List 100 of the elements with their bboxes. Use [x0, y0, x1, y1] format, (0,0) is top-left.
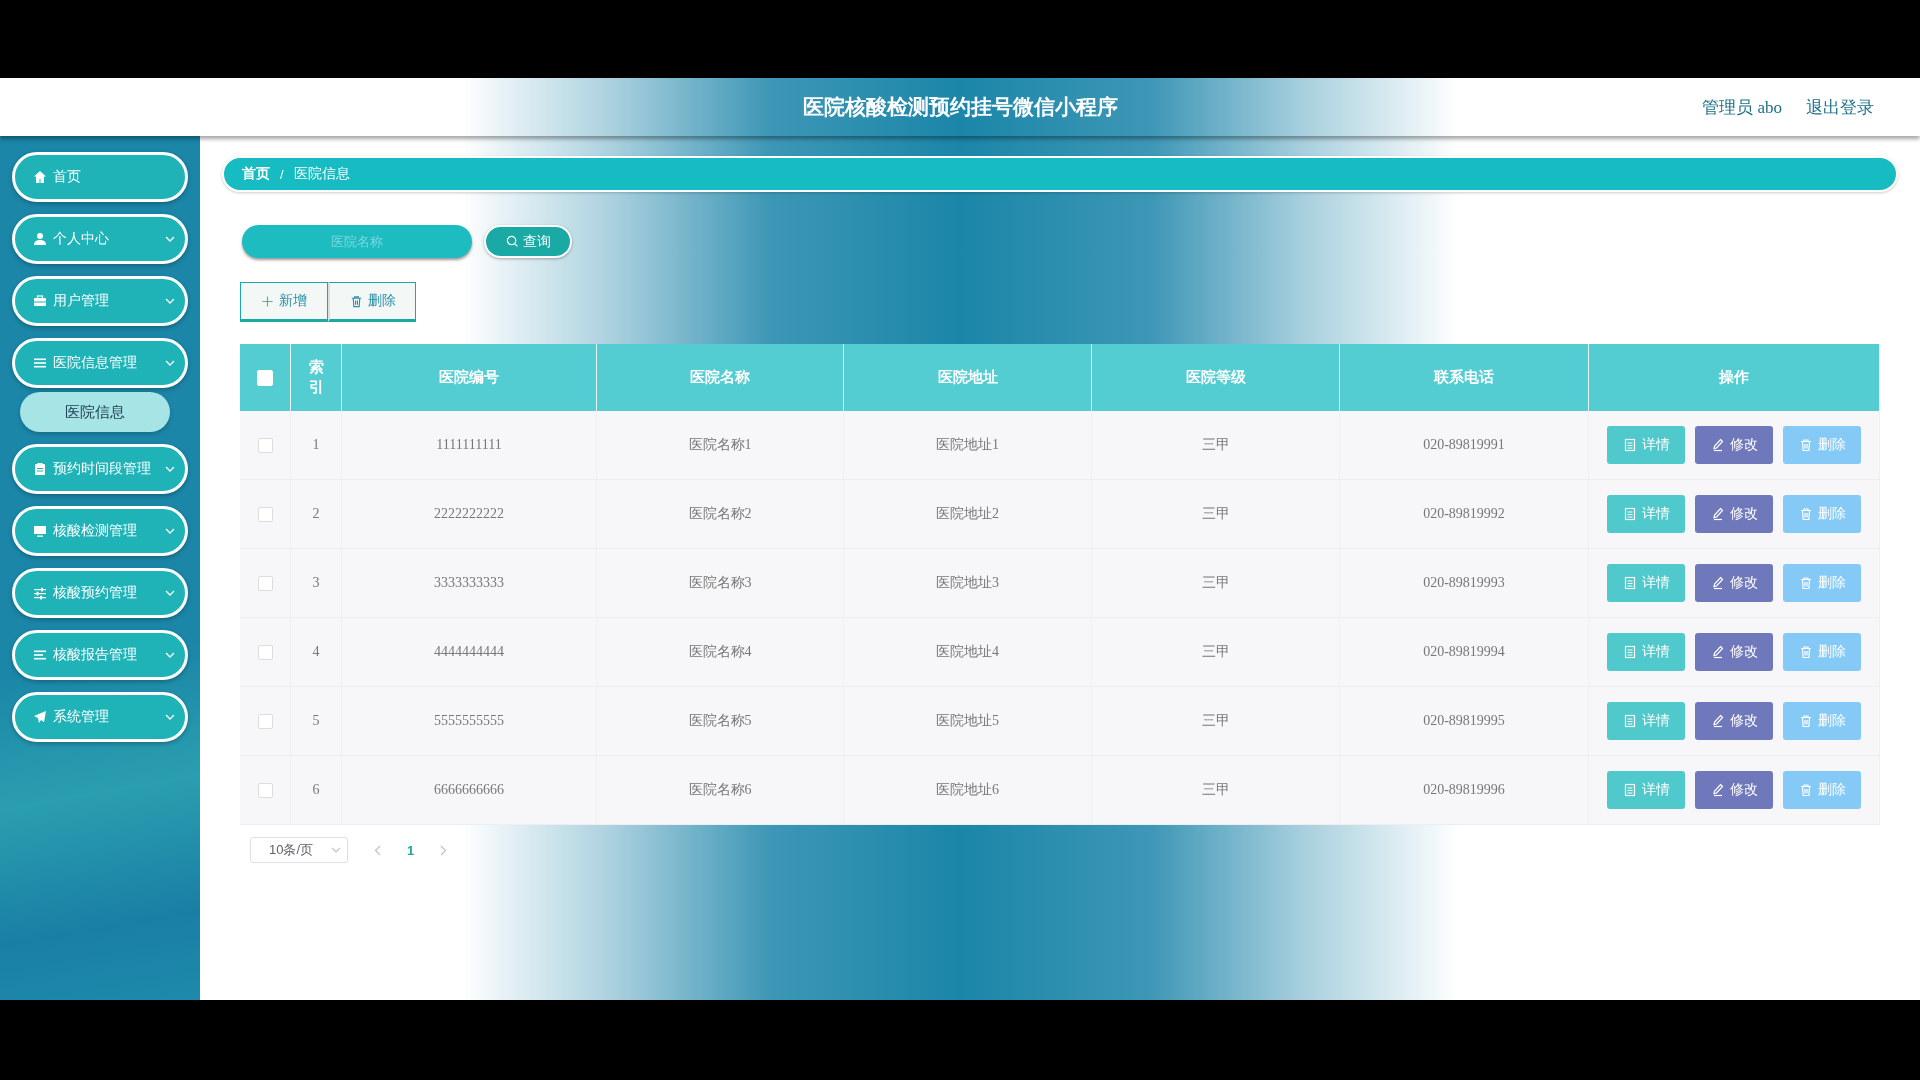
row-checkbox[interactable] — [257, 645, 273, 661]
column-header: 操作 — [1719, 369, 1749, 385]
table-cell: 5555555555 — [434, 713, 504, 728]
edit-button[interactable]: 修改 — [1695, 426, 1773, 464]
menu-item[interactable]: 医院信息管理 — [12, 338, 188, 388]
document-icon — [1622, 507, 1637, 521]
logout-link[interactable]: 退出登录 — [1806, 95, 1874, 119]
edit-button[interactable]: 修改 — [1695, 702, 1773, 740]
table-cell: 1111111111 — [436, 437, 502, 452]
briefcase-icon — [33, 294, 47, 308]
table-cell: 4 — [312, 644, 320, 659]
menu-item[interactable]: 个人中心 — [12, 214, 188, 264]
table-cell: 三甲 — [1201, 506, 1230, 521]
pencil-icon — [1710, 507, 1725, 521]
pencil-icon — [1710, 645, 1725, 659]
list-icon — [33, 648, 47, 662]
table-cell: 3333333333 — [434, 575, 504, 590]
edit-button[interactable]: 修改 — [1695, 771, 1773, 809]
chevron-down-icon — [165, 360, 175, 366]
search-icon — [505, 235, 519, 248]
edit-button[interactable]: 修改 — [1695, 495, 1773, 533]
chevron-down-icon — [165, 528, 175, 534]
row-checkbox[interactable] — [257, 507, 273, 523]
table-cell: 020-89819992 — [1423, 506, 1505, 521]
table-cell: 三甲 — [1201, 437, 1230, 452]
delete-button[interactable]: 删除 — [1783, 495, 1861, 533]
user-name: 管理员 abo — [1702, 96, 1782, 119]
table-cell: 020-89819996 — [1423, 782, 1505, 797]
breadcrumb-link[interactable]: 医院信息 — [293, 165, 350, 183]
table-cell: 6666666666 — [434, 782, 504, 797]
delete-button[interactable]: 删除 — [1783, 564, 1861, 602]
pencil-icon — [1710, 783, 1725, 797]
row-checkbox[interactable] — [257, 576, 273, 592]
table-cell: 三甲 — [1201, 644, 1230, 659]
table-cell: 1 — [312, 437, 320, 452]
table-cell: 医院地址4 — [936, 644, 999, 659]
sliders-icon — [33, 586, 47, 600]
row-checkbox[interactable] — [257, 783, 273, 799]
table-cell: 医院地址2 — [936, 506, 999, 521]
chevron-down-icon — [165, 466, 175, 472]
table-cell: 医院名称4 — [688, 644, 752, 659]
paper-plane-icon — [33, 710, 47, 724]
table-cell: 020-89819991 — [1423, 437, 1505, 452]
delete-button[interactable]: 删除 — [1783, 702, 1861, 740]
detail-button[interactable]: 详情 — [1607, 564, 1685, 602]
column-header: 索引 — [308, 358, 324, 397]
trash-icon — [1798, 507, 1813, 521]
page-number[interactable]: 1 — [407, 842, 415, 858]
row-checkbox[interactable] — [257, 714, 273, 730]
menu-icon — [33, 356, 47, 370]
row-checkbox[interactable] — [257, 438, 273, 454]
menu-item[interactable]: 预约时间段管理 — [12, 444, 188, 494]
trash-icon — [1798, 714, 1813, 728]
table-cell: 医院地址1 — [936, 437, 999, 452]
menu-item[interactable]: 核酸报告管理 — [12, 630, 188, 680]
select-all-checkbox[interactable] — [257, 370, 273, 387]
table-cell: 医院地址6 — [936, 782, 999, 797]
chevron-down-icon — [165, 714, 175, 720]
detail-button[interactable]: 详情 — [1607, 702, 1685, 740]
edit-button[interactable]: 修改 — [1695, 633, 1773, 671]
table-cell: 医院地址5 — [936, 713, 999, 728]
delete-button[interactable]: 删除 — [1783, 426, 1861, 464]
previous-page-icon[interactable] — [374, 844, 381, 856]
menu-item[interactable]: 核酸检测管理 — [12, 506, 188, 556]
submenu-item[interactable]: 医院信息 — [20, 392, 170, 432]
page-size-select[interactable]: 10条/页 — [250, 837, 348, 863]
table-cell: 2 — [312, 506, 320, 521]
search-field[interactable]: 医院名称 — [242, 225, 472, 258]
table-cell: 医院名称6 — [688, 782, 752, 797]
detail-button[interactable]: 详情 — [1607, 495, 1685, 533]
document-icon — [1622, 714, 1637, 728]
next-page-icon[interactable] — [440, 844, 448, 856]
menu-item[interactable]: 核酸预约管理 — [12, 568, 188, 618]
table-cell: 020-89819993 — [1423, 575, 1505, 590]
table-cell: 医院名称5 — [688, 713, 752, 728]
table-cell: 医院名称3 — [688, 575, 752, 590]
chevron-down-icon — [165, 590, 175, 596]
delete-button[interactable]: 删除 — [1783, 771, 1861, 809]
pencil-icon — [1710, 438, 1725, 452]
table-cell: 医院名称2 — [688, 506, 752, 521]
search-button[interactable]: 查询 — [484, 225, 572, 258]
menu-item[interactable]: 用户管理 — [12, 276, 188, 326]
trash-icon — [349, 294, 363, 308]
detail-button[interactable]: 详情 — [1607, 633, 1685, 671]
delete-button[interactable]: 删除 — [1783, 633, 1861, 671]
breadcrumb-link[interactable]: 首页 — [242, 165, 270, 183]
detail-button[interactable]: 详情 — [1607, 426, 1685, 464]
column-header: 联系电话 — [1434, 369, 1494, 385]
clipboard-icon — [33, 462, 47, 476]
menu-item[interactable]: 首页 — [12, 152, 188, 202]
add-button[interactable]: 新增 — [240, 282, 328, 322]
detail-button[interactable]: 详情 — [1607, 771, 1685, 809]
delete-button[interactable]: 删除 — [328, 282, 416, 322]
chevron-down-icon — [165, 236, 175, 242]
document-icon — [1622, 576, 1637, 590]
menu-item[interactable]: 系统管理 — [12, 692, 188, 742]
table-cell: 2222222222 — [434, 506, 504, 521]
trash-icon — [1798, 438, 1813, 452]
table-cell: 020-89819995 — [1423, 713, 1505, 728]
edit-button[interactable]: 修改 — [1695, 564, 1773, 602]
